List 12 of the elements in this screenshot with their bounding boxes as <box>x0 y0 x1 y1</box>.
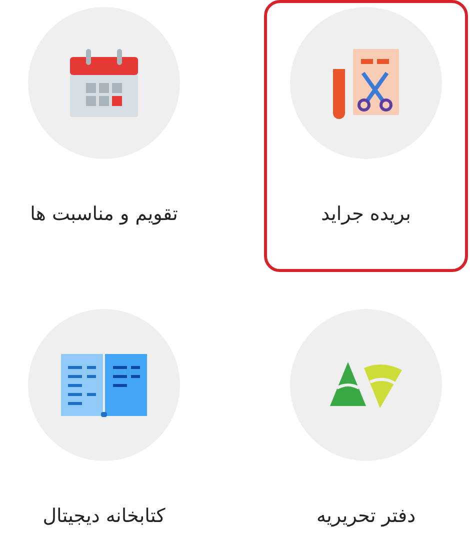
menu-tile[interactable]: کتابخانه دیجیتال <box>2 302 206 544</box>
scissors-clipping-icon <box>331 47 401 119</box>
calendar-icon <box>68 47 140 119</box>
menu-tile[interactable]: دفتر تحریریه <box>264 302 468 544</box>
tile-label: تقویم و مناسبت ها <box>30 203 178 225</box>
tile-label: بریده جراید <box>321 203 411 225</box>
menu-tile[interactable]: تقویم و مناسبت ها <box>2 0 206 272</box>
menu-tile[interactable]: بریده جراید <box>264 0 468 272</box>
triangle-fan-icon <box>328 360 404 410</box>
tile-label: کتابخانه دیجیتال <box>42 505 166 527</box>
open-book-icon <box>59 352 149 418</box>
tile-label: دفتر تحریریه <box>316 505 416 527</box>
